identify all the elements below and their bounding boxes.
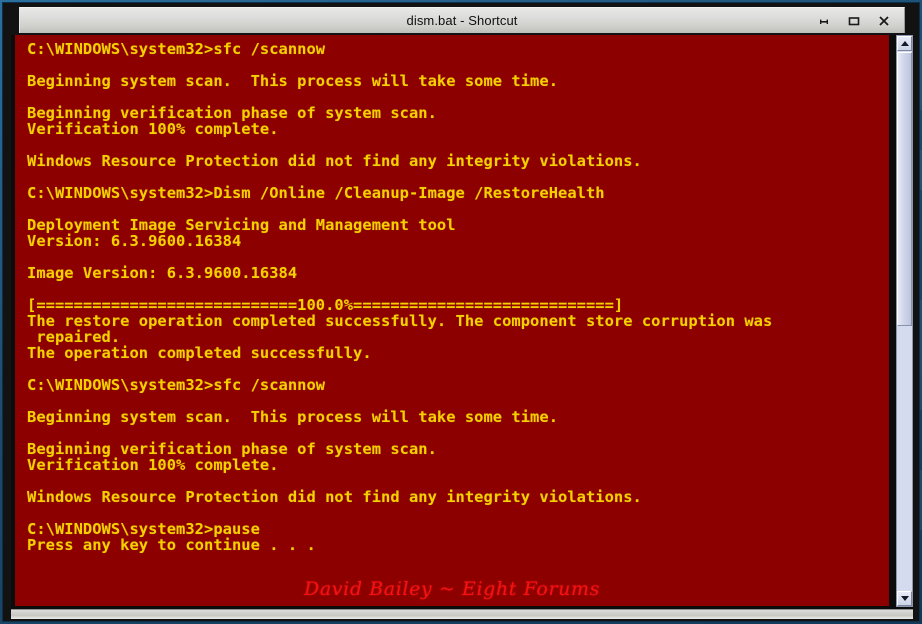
scrollbar-thumb[interactable] [897,52,912,326]
title-bar[interactable]: dism.bat - Shortcut [19,7,905,33]
console-output[interactable]: C:\WINDOWS\system32>sfc /scannow Beginni… [15,35,889,606]
console-text: C:\WINDOWS\system32>sfc /scannow Beginni… [27,40,773,555]
window-controls [816,8,898,34]
scroll-up-arrow-icon[interactable] [897,36,912,51]
maximize-button[interactable] [846,13,862,29]
watermark: David Bailey ~ Eight Forums [304,578,600,600]
window-bottom-edge [11,609,913,619]
triangle-up-icon [900,41,909,46]
close-button[interactable] [876,13,892,29]
triangle-down-icon [900,596,909,601]
scroll-down-arrow-icon[interactable] [897,591,912,606]
command-prompt-window[interactable]: dism.bat - Shortcut C:\WINDOWS\system32>… [2,2,920,622]
console-area: C:\WINDOWS\system32>sfc /scannow Beginni… [11,35,913,611]
window-title: dism.bat - Shortcut [406,13,518,28]
minimize-button[interactable] [816,13,832,29]
vertical-scrollbar[interactable] [896,35,913,607]
